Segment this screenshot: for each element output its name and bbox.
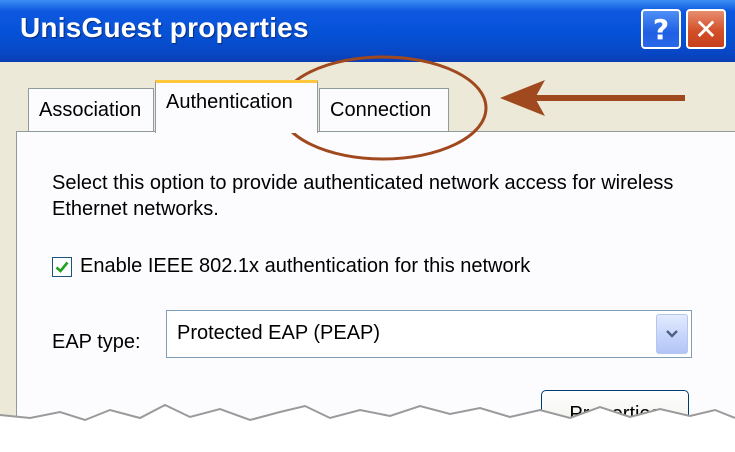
eap-type-select[interactable]: Protected EAP (PEAP) xyxy=(166,310,692,358)
tab-authentication[interactable]: Authentication xyxy=(155,80,318,133)
close-icon: ✕ xyxy=(694,12,718,46)
properties-button[interactable]: Properties xyxy=(541,390,689,442)
eap-type-value: Protected EAP (PEAP) xyxy=(177,322,381,344)
help-icon: ? xyxy=(652,12,670,46)
enable-8021x-label[interactable]: Enable IEEE 802.1x authentication for th… xyxy=(80,255,530,278)
dropdown-arrow-icon xyxy=(666,330,678,338)
dropdown-button[interactable] xyxy=(656,314,688,354)
close-button[interactable]: ✕ xyxy=(686,9,726,49)
window-title: UnisGuest properties xyxy=(20,12,309,43)
enable-8021x-row: Enable IEEE 802.1x authentication for th… xyxy=(52,255,530,278)
checkmark-icon xyxy=(55,261,69,273)
tab-connection-label: Connection xyxy=(330,99,432,121)
eap-type-label: EAP type: xyxy=(52,331,141,353)
properties-dialog: UnisGuest properties ? ✕ Association Aut… xyxy=(0,0,735,452)
title-bar[interactable]: UnisGuest properties ? ✕ xyxy=(0,0,735,62)
tab-association-label: Association xyxy=(39,99,142,121)
enable-8021x-checkbox[interactable] xyxy=(52,256,72,277)
help-button[interactable]: ? xyxy=(641,9,681,49)
tab-connection[interactable]: Connection xyxy=(319,88,449,132)
tab-authentication-label: Authentication xyxy=(166,91,293,113)
tab-association[interactable]: Association xyxy=(28,88,154,132)
description-text: Select this option to provide authentica… xyxy=(52,172,674,220)
